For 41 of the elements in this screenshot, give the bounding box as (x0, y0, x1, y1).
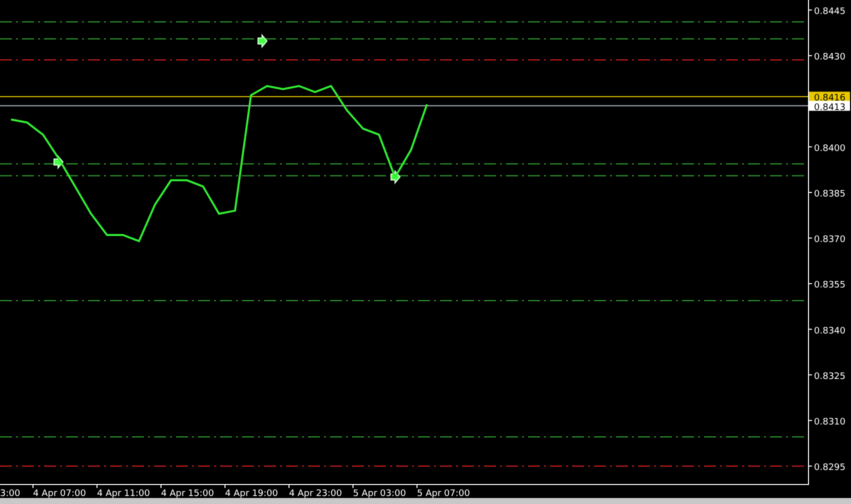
price-tag: 0.8413 (809, 100, 850, 113)
tick-mark (808, 328, 812, 330)
tick-mark (808, 238, 812, 239)
tick-mark (808, 146, 812, 148)
arrow-marker-icon (54, 154, 64, 170)
tick-mark (808, 192, 812, 193)
price-label: 0.8400 (814, 144, 846, 154)
price-label: 0.8325 (814, 372, 846, 382)
tick-mark (808, 10, 812, 11)
arrow-marker-icon (390, 170, 401, 184)
price-label: 0.8430 (814, 52, 846, 63)
price-label: 0.8445 (814, 7, 846, 18)
time-label: 4 Apr 19:00 (225, 489, 278, 499)
tick-mark (808, 374, 812, 376)
tick-mark (808, 55, 812, 56)
tick-mark (808, 283, 812, 284)
time-label: 4 Apr 11:00 (97, 489, 150, 499)
tick-mark (288, 484, 290, 488)
tick-mark (808, 420, 812, 421)
price-tag: 0.8416 (809, 92, 850, 104)
price-label: 0.8340 (814, 326, 846, 336)
time-label: 5 Apr 07:00 (417, 489, 470, 499)
time-label: 3:00 (0, 489, 20, 499)
time-label: 5 Apr 03:00 (353, 489, 406, 499)
tick-mark (808, 466, 812, 467)
price-label: 0.8355 (814, 280, 846, 291)
price-label: 0.8295 (814, 463, 846, 474)
ref-line-label: 0.8413 (814, 102, 846, 113)
price-label: 0.8310 (814, 417, 846, 428)
arrow-marker-icon (258, 34, 268, 48)
price-label: 0.8370 (814, 235, 846, 246)
tick-mark (96, 484, 98, 488)
price-label: 0.8385 (814, 189, 846, 200)
time-label: 4 Apr 23:00 (289, 489, 342, 499)
tick-mark (224, 484, 226, 488)
tick-mark (352, 484, 354, 488)
time-label: 4 Apr 15:00 (161, 489, 214, 499)
tick-mark (416, 484, 418, 488)
tick-mark (32, 484, 34, 488)
tick-mark (160, 484, 162, 488)
time-label: 4 Apr 07:00 (33, 489, 86, 499)
